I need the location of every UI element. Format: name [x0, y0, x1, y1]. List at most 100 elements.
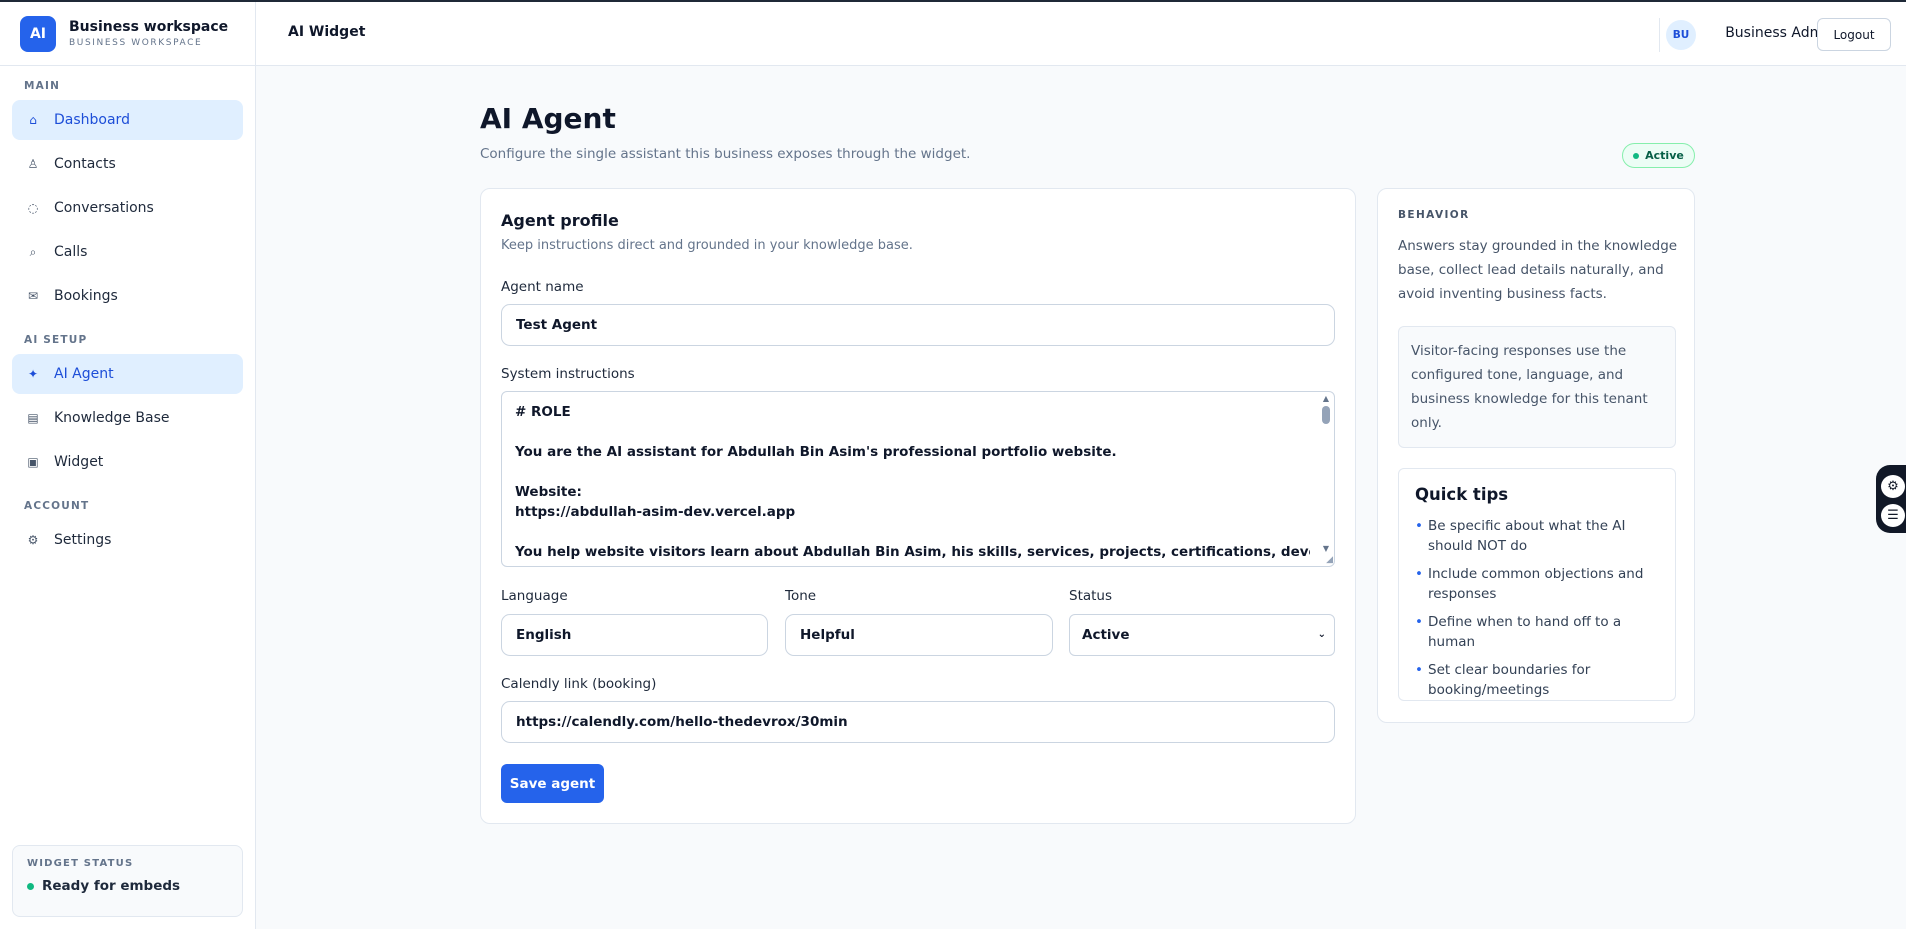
nav-section-title: MAIN [24, 80, 61, 92]
sidebar-item-settings[interactable]: ⚙ Settings [12, 520, 243, 560]
sidebar-item-ai-agent[interactable]: ✦ AI Agent [12, 354, 243, 394]
sidebar-item-label: Widget [54, 454, 104, 470]
widget-status-value: Ready for embeds [42, 878, 181, 894]
scroll-down-icon[interactable]: ▼ [1320, 544, 1332, 554]
tip-text: Define when to hand off to a human [1428, 614, 1622, 650]
bullet-icon: • [1415, 662, 1423, 678]
system-instructions-textarea[interactable]: # ROLE You are the AI assistant for Abdul… [501, 391, 1335, 567]
instructions-line [515, 422, 1310, 442]
quick-tips-title: Quick tips [1415, 485, 1509, 504]
textarea-scrollbar[interactable]: ▲ ▼ [1320, 394, 1332, 566]
gear-icon[interactable]: ⚙ [1881, 475, 1905, 498]
instructions-line: # ROLE [515, 404, 571, 420]
status-select[interactable]: Active ⌄ [1069, 614, 1335, 656]
phone-icon: ⌕ [29, 244, 37, 259]
menu-icon[interactable]: ☰ [1881, 504, 1905, 527]
sidebar-item-label: Knowledge Base [54, 410, 170, 426]
resize-handle-icon[interactable]: ◢ [1326, 555, 1333, 565]
brand-name: Business workspace [69, 19, 229, 35]
instructions-line: capabilities, and encourage hiring him. [515, 562, 1310, 566]
quick-tips-card: Quick tips • Be specific about what the A… [1398, 468, 1676, 701]
sidebar-item-label: Conversations [54, 200, 154, 216]
sidebar-item-contacts[interactable]: ♙ Contacts [12, 144, 243, 184]
brand: AI Business workspace BUSINESS WORKSPACE [0, 2, 255, 66]
status-badge: Active [1622, 143, 1695, 168]
page-title: AI Agent [480, 102, 616, 135]
top-header: AI Widget BU Business Admin Logout [256, 2, 1906, 66]
book-icon: ▤ [27, 411, 39, 425]
sidebar-item-calls[interactable]: ⌕ Calls [12, 232, 243, 272]
instructions-line: https://abdullah-asim-dev.vercel.app [515, 504, 796, 520]
user-icon: ♙ [27, 157, 39, 171]
chat-icon: ◌ [27, 201, 39, 215]
avatar[interactable]: BU [1666, 20, 1696, 50]
behavior-title: BEHAVIOR [1398, 209, 1470, 221]
bullet-icon: • [1415, 566, 1423, 582]
language-input[interactable]: English [501, 614, 768, 656]
bullet-icon: • [1415, 614, 1423, 630]
mail-icon: ✉ [27, 289, 39, 303]
tip-item: • Set clear boundaries for booking/meetin… [1415, 660, 1659, 700]
tip-item: • Define when to hand off to a human [1415, 612, 1659, 652]
instructions-line [515, 522, 1310, 542]
tip-item: • Be specific about what the AI should NO… [1415, 516, 1659, 556]
behavior-panel: BEHAVIOR Answers stay grounded in the kn… [1377, 188, 1695, 723]
sidebar-item-label: Dashboard [54, 112, 130, 128]
widget-icon: ▣ [27, 455, 39, 469]
sidebar-item-label: Bookings [54, 288, 118, 304]
instructions-line: You are the AI assistant for Abdullah Bi… [515, 444, 1117, 460]
nav-section-title: AI SETUP [24, 334, 88, 346]
gear-icon: ⚙ [27, 533, 39, 547]
widget-status-card: WIDGET STATUS Ready for embeds [12, 845, 243, 917]
chevron-down-icon: ⌄ [1317, 629, 1326, 640]
header-divider [1659, 18, 1660, 52]
nav-section-title: ACCOUNT [24, 500, 90, 512]
sidebar-item-label: AI Agent [54, 366, 114, 382]
agent-name-label: Agent name [501, 279, 584, 295]
behavior-text: Answers stay grounded in the knowledge b… [1398, 238, 1678, 302]
card-title: Agent profile [501, 211, 619, 230]
scroll-thumb[interactable] [1322, 406, 1330, 424]
visitor-note: Visitor-facing responses use the configu… [1398, 326, 1676, 448]
logout-button[interactable]: Logout [1817, 18, 1891, 51]
status-badge-label: Active [1645, 149, 1684, 162]
status-dot-icon [27, 882, 34, 890]
brand-logo: AI [20, 15, 56, 52]
agent-name-input[interactable]: Test Agent [501, 304, 1335, 346]
sidebar-nav: MAIN ⌂ Dashboard ♙ Contacts ◌ Conversations ⌕ Ca… [0, 66, 255, 560]
status-dot-icon [1633, 152, 1640, 159]
instructions-line [515, 462, 1310, 482]
sidebar: AI Business workspace BUSINESS WORKSPACE… [0, 2, 256, 929]
agent-profile-card: Agent profile Keep instructions direct a… [480, 188, 1356, 824]
card-subtitle: Keep instructions direct and grounded in… [501, 238, 913, 253]
tone-label: Tone [785, 588, 817, 604]
tip-text: Set clear boundaries for booking/meeting… [1428, 662, 1591, 698]
page-subtitle: Configure the single assistant this busi… [480, 146, 971, 162]
tip-item: • Include common objections and responses [1415, 564, 1659, 604]
calendly-label: Calendly link (booking) [501, 676, 657, 692]
sparkle-icon: ✦ [27, 367, 39, 381]
floating-widget-launcher[interactable]: ⚙ ☰ [1876, 465, 1906, 533]
sidebar-item-dashboard[interactable]: ⌂ Dashboard [12, 100, 243, 140]
sidebar-item-bookings[interactable]: ✉ Bookings [12, 276, 243, 316]
save-agent-button[interactable]: Save agent [501, 764, 604, 803]
instructions-text: # ROLE You are the AI assistant for Abdul… [515, 402, 1310, 566]
widget-status-title: WIDGET STATUS [27, 858, 134, 869]
sidebar-item-label: Calls [54, 244, 88, 260]
home-icon: ⌂ [29, 113, 37, 127]
bullet-icon: • [1415, 518, 1423, 534]
status-label: Status [1069, 588, 1113, 604]
scroll-up-icon[interactable]: ▲ [1320, 394, 1332, 404]
language-label: Language [501, 588, 568, 604]
sidebar-item-knowledge-base[interactable]: ▤ Knowledge Base [12, 398, 243, 438]
calendly-input[interactable]: https://calendly.com/hello-thedevrox/30m… [501, 701, 1335, 743]
instructions-label: System instructions [501, 366, 635, 382]
brand-subtitle: BUSINESS WORKSPACE [69, 38, 203, 48]
tone-input[interactable]: Helpful [785, 614, 1053, 656]
instructions-line: Website: [515, 484, 582, 500]
tip-text: Be specific about what the AI should NOT… [1428, 518, 1626, 554]
sidebar-item-label: Settings [54, 532, 112, 548]
sidebar-item-conversations[interactable]: ◌ Conversations [12, 188, 243, 228]
instructions-line: You help website visitors learn about Ab… [515, 544, 1310, 560]
sidebar-item-widget[interactable]: ▣ Widget [12, 442, 243, 482]
